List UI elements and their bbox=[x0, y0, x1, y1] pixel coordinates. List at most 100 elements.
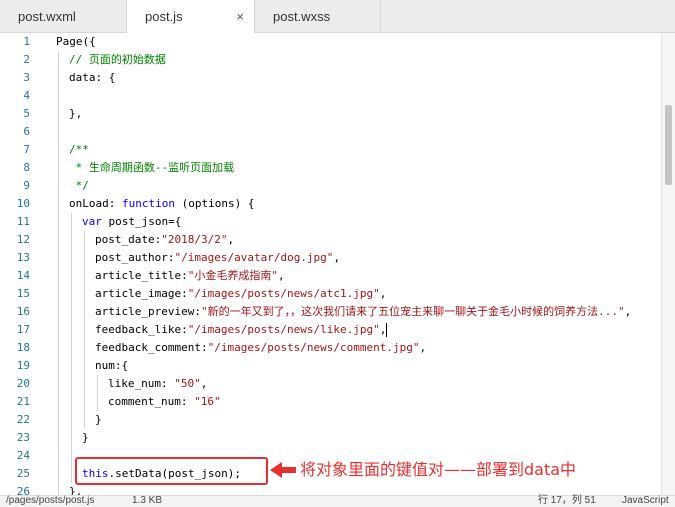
code-line[interactable]: 23} bbox=[0, 429, 660, 447]
indent-guide bbox=[71, 465, 72, 483]
indent-guide bbox=[97, 393, 98, 411]
indent-guide bbox=[71, 303, 72, 321]
code-text: num:{ bbox=[95, 357, 128, 375]
tab-label: post.wxml bbox=[18, 9, 76, 24]
code-text: // 页面的初始数据 bbox=[69, 51, 166, 69]
indent-guide bbox=[84, 321, 85, 339]
code-line[interactable]: 14 article_title:"小金毛养成指南", bbox=[0, 267, 660, 285]
indent-guide bbox=[84, 393, 85, 411]
code-token: , bbox=[277, 269, 285, 282]
line-number: 1 bbox=[23, 35, 30, 48]
vertical-scrollbar[interactable] bbox=[661, 33, 675, 495]
indent-guide bbox=[58, 267, 59, 285]
text-cursor bbox=[386, 323, 388, 337]
line-number: 4 bbox=[23, 89, 30, 102]
code-token: , bbox=[379, 323, 387, 336]
code-line[interactable]: 11 var post_json={ bbox=[0, 213, 660, 231]
code-line[interactable]: 2 // 页面的初始数据 bbox=[0, 51, 660, 69]
indent-guide bbox=[58, 285, 59, 303]
code-comment: */ bbox=[69, 179, 89, 192]
indent-guide bbox=[58, 357, 59, 375]
indent-guide bbox=[58, 123, 59, 141]
indent-guide bbox=[58, 447, 59, 465]
code-line[interactable]: 1 Page({ bbox=[0, 33, 660, 51]
code-token: feedback_like: bbox=[95, 323, 188, 336]
status-bar: /pages/posts/post.js 1.3 KB 行 17，列 51 Ja… bbox=[0, 495, 675, 507]
indent-guide bbox=[58, 87, 59, 105]
code-line[interactable]: 7 /** bbox=[0, 141, 660, 159]
code-text: feedback_like:"/images/posts/news/like.j… bbox=[95, 321, 388, 339]
tab-post-wxml[interactable]: post.wxml bbox=[0, 0, 127, 33]
indent-guide bbox=[58, 177, 59, 195]
code-line[interactable]: 19 num:{ bbox=[0, 357, 660, 375]
line-number: 13 bbox=[16, 251, 30, 264]
code-line[interactable]: 9 */ bbox=[0, 177, 660, 195]
status-file-path: /pages/posts/post.js bbox=[6, 495, 95, 506]
code-token: like_num: bbox=[108, 377, 175, 390]
indent-guide bbox=[58, 339, 59, 357]
code-line[interactable]: 13 post_author:"/images/avatar/dog.jpg", bbox=[0, 249, 660, 267]
code-token: article_preview: bbox=[95, 305, 201, 318]
code-token: (options) { bbox=[174, 197, 255, 210]
status-cursor-position: 行 17，列 51 bbox=[538, 495, 596, 506]
code-line[interactable]: 12 post_date:"2018/3/2", bbox=[0, 231, 660, 249]
code-token: , bbox=[227, 233, 235, 246]
indent-guide bbox=[58, 429, 59, 447]
code-comment: // 页面的初始数据 bbox=[69, 53, 166, 66]
code-line[interactable]: 15 article_image:"/images/posts/news/atc1… bbox=[0, 285, 660, 303]
code-token: article_image: bbox=[95, 287, 188, 300]
code-line[interactable]: 16 article_preview:"新的一年又到了，，这次我们请来了五位宠主来… bbox=[0, 303, 660, 321]
code-text: article_preview:"新的一年又到了，，这次我们请来了五位宠主来聊一… bbox=[95, 303, 631, 321]
editor-tab-bar: post.wxml post.js × post.wxss bbox=[0, 0, 675, 34]
indent-guide bbox=[58, 213, 59, 231]
indent-guide bbox=[71, 393, 72, 411]
code-line[interactable]: 22} bbox=[0, 411, 660, 429]
indent-guide bbox=[58, 411, 59, 429]
code-line[interactable]: 3 data: { bbox=[0, 69, 660, 87]
indent-guide bbox=[71, 357, 72, 375]
code-line[interactable]: 20 like_num: "50", bbox=[0, 375, 660, 393]
code-token: Page({ bbox=[56, 35, 96, 48]
close-icon[interactable]: × bbox=[236, 0, 244, 33]
indent-guide bbox=[71, 249, 72, 267]
code-text: }, bbox=[69, 105, 82, 123]
line-number: 2 bbox=[23, 53, 30, 66]
code-line[interactable]: 6 bbox=[0, 123, 660, 141]
code-string: "2018/3/2" bbox=[161, 233, 228, 246]
line-number: 23 bbox=[16, 431, 30, 444]
code-editor[interactable]: 1 Page({ 2 // 页面的初始数据 3 data: { 4 5}, 6 7 /** 8 * 生… bbox=[0, 33, 675, 495]
code-line[interactable]: 4 bbox=[0, 87, 660, 105]
code-line[interactable]: 5}, bbox=[0, 105, 660, 123]
code-text: post_date:"2018/3/2", bbox=[95, 231, 234, 249]
code-line[interactable]: 21 comment_num: "16" bbox=[0, 393, 660, 411]
indent-guide bbox=[84, 411, 85, 429]
status-language: JavaScript bbox=[622, 495, 669, 506]
code-line[interactable]: 10 onLoad: function (options) { bbox=[0, 195, 660, 213]
indent-guide bbox=[58, 375, 59, 393]
indent-guide bbox=[84, 303, 85, 321]
code-string: "50" bbox=[174, 377, 201, 390]
tab-post-js[interactable]: post.js × bbox=[127, 0, 255, 34]
line-number: 7 bbox=[23, 143, 30, 156]
code-token: num:{ bbox=[95, 359, 129, 372]
code-line[interactable]: 8 * 生命周期函数--监听页面加载 bbox=[0, 159, 660, 177]
annotation-text: 将对象里面的键值对——部署到data中 bbox=[300, 460, 577, 479]
code-line[interactable]: 18 feedback_comment:"/images/posts/news/c… bbox=[0, 339, 660, 357]
indent-guide bbox=[71, 285, 72, 303]
code-token: , bbox=[379, 287, 387, 300]
highlight-box bbox=[75, 457, 268, 485]
arrow-icon bbox=[270, 462, 296, 478]
scrollbar-thumb[interactable] bbox=[665, 105, 672, 185]
tab-post-wxss[interactable]: post.wxss bbox=[255, 0, 381, 33]
indent-guide bbox=[58, 51, 59, 69]
code-line[interactable]: 17 feedback_like:"/images/posts/news/like… bbox=[0, 321, 660, 339]
line-number: 5 bbox=[23, 107, 30, 120]
line-number: 19 bbox=[16, 359, 30, 372]
code-text: /** bbox=[69, 141, 89, 159]
indent-guide bbox=[71, 339, 72, 357]
line-number: 17 bbox=[16, 323, 30, 336]
code-string: "/images/posts/news/atc1.jpg" bbox=[187, 287, 380, 300]
code-text: onLoad: function (options) { bbox=[69, 195, 254, 213]
line-number: 10 bbox=[16, 197, 30, 210]
indent-guide bbox=[71, 447, 72, 465]
